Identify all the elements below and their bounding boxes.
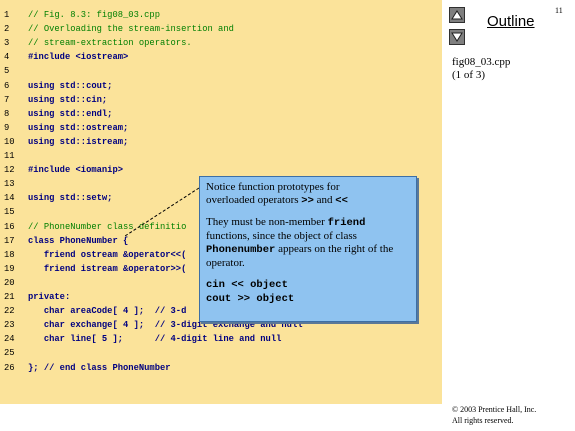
code-text: }; // end class PhoneNumber bbox=[28, 362, 171, 373]
line-number: 5 bbox=[4, 66, 10, 77]
line-number: 17 bbox=[4, 235, 15, 246]
line-number: 9 bbox=[4, 122, 10, 133]
callout-op-extract: >> bbox=[301, 195, 314, 207]
line-number: 26 bbox=[4, 362, 15, 373]
line-number: 14 bbox=[4, 193, 15, 204]
callout-intro: Notice function prototypes for overloade… bbox=[206, 181, 410, 208]
line-number: 15 bbox=[4, 207, 15, 218]
callout-op-insert: << bbox=[335, 195, 348, 207]
callout-box: Notice function prototypes for overloade… bbox=[199, 176, 417, 322]
line-number: 25 bbox=[4, 348, 15, 359]
file-name: fig08_03.cpp bbox=[452, 56, 511, 68]
callout-code-line-1: cin << object bbox=[206, 279, 288, 291]
line-number: 4 bbox=[4, 52, 10, 63]
copyright: © 2003 Prentice Hall, Inc. All rights re… bbox=[452, 404, 536, 426]
code-text: char line[ 5 ]; // 4-digit line and null bbox=[28, 334, 282, 345]
code-text: // PhoneNumber class definitio bbox=[28, 221, 187, 232]
copyright-line-2: All rights reserved. bbox=[452, 416, 514, 425]
callout-code-block: cin << object cout >> object bbox=[206, 278, 410, 306]
next-slide-button[interactable] bbox=[449, 29, 465, 45]
code-text: #include <iomanip> bbox=[28, 165, 124, 176]
triangle-up-icon bbox=[451, 10, 463, 20]
line-number: 3 bbox=[4, 38, 10, 49]
page-number: 11 bbox=[555, 6, 563, 15]
line-number: 22 bbox=[4, 306, 15, 317]
outline-link[interactable]: Outline bbox=[487, 13, 535, 30]
code-text: using std::cin; bbox=[28, 94, 108, 105]
line-number: 8 bbox=[4, 108, 10, 119]
line-number: 18 bbox=[4, 249, 15, 260]
line-number: 1 bbox=[4, 10, 10, 20]
code-text: char areaCode[ 4 ]; // 3-d bbox=[28, 306, 187, 317]
line-number: 10 bbox=[4, 136, 15, 147]
code-text: #include <iostream> bbox=[28, 52, 129, 63]
code-text: // Overloading the stream-insertion and bbox=[28, 24, 234, 35]
line-number: 19 bbox=[4, 263, 15, 274]
line-number: 13 bbox=[4, 179, 15, 190]
line-number: 20 bbox=[4, 277, 15, 288]
callout-p2-mid: functions, since the object of class bbox=[206, 230, 357, 242]
line-number: 6 bbox=[4, 80, 10, 91]
code-text: using std::cout; bbox=[28, 80, 113, 91]
code-text: friend ostream &operator<<( bbox=[28, 249, 187, 260]
file-label: fig08_03.cpp (1 of 3) bbox=[452, 56, 510, 82]
previous-slide-button[interactable] bbox=[449, 7, 465, 23]
file-part: (1 of 3) bbox=[452, 69, 485, 81]
line-number: 11 bbox=[4, 151, 15, 161]
callout-line2-prefix: overloaded operators bbox=[206, 194, 302, 206]
callout-friend-keyword: friend bbox=[327, 217, 366, 229]
callout-class-name: Phonenumber bbox=[206, 244, 276, 256]
code-text: friend istream &operator>>( bbox=[28, 263, 187, 274]
callout-p2-prefix: They must be non-member bbox=[206, 216, 328, 228]
callout-line2-mid: and bbox=[313, 194, 336, 206]
line-number: 12 bbox=[4, 165, 15, 176]
line-number: 16 bbox=[4, 221, 15, 232]
callout-explanation: They must be non-member friend functions… bbox=[206, 216, 410, 270]
code-text: class PhoneNumber { bbox=[28, 235, 129, 246]
line-number: 7 bbox=[4, 94, 10, 105]
triangle-down-icon bbox=[451, 32, 463, 42]
code-text: // stream-extraction operators. bbox=[28, 38, 192, 49]
code-text: using std::ostream; bbox=[28, 122, 129, 133]
code-text: using std::istream; bbox=[28, 136, 129, 147]
line-number: 21 bbox=[4, 292, 15, 302]
callout-code-line-2: cout >> object bbox=[206, 293, 295, 305]
line-number: 23 bbox=[4, 320, 15, 331]
code-text: using std::endl; bbox=[28, 108, 113, 119]
line-number: 2 bbox=[4, 24, 10, 35]
code-text: using std::setw; bbox=[28, 193, 113, 204]
line-number: 24 bbox=[4, 334, 15, 345]
callout-line1: Notice function prototypes for bbox=[206, 181, 340, 193]
code-text: // Fig. 8.3: fig08_03.cpp bbox=[28, 10, 160, 20]
copyright-line-1: © 2003 Prentice Hall, Inc. bbox=[452, 405, 537, 414]
code-text: private: bbox=[28, 292, 71, 302]
